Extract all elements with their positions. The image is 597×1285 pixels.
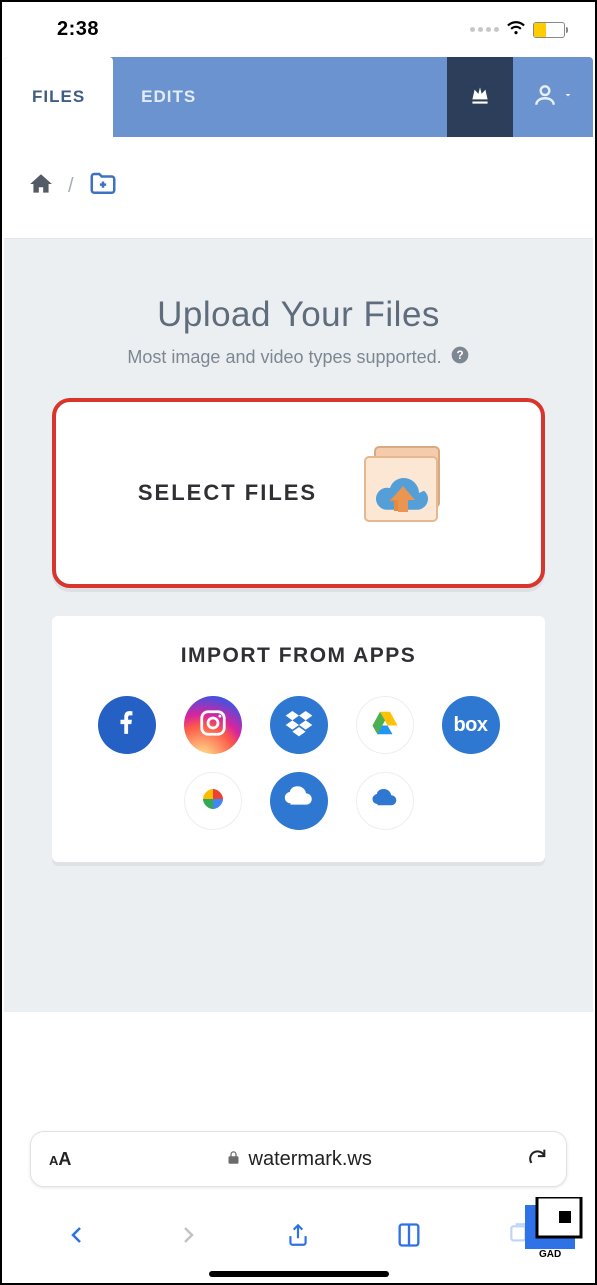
tab-edits-label: EDITS [141,87,196,107]
onedrive-icon [282,782,316,821]
dropbox-import-button[interactable] [270,696,328,754]
dropbox-icon [283,707,315,744]
upload-subtitle: Most image and video types supported. ? [52,345,545,370]
text-size-button[interactable]: AA [49,1149,71,1170]
gad-watermark-badge: GAD [513,1197,585,1263]
import-apps-row-2 [72,772,525,830]
facebook-icon [114,710,140,741]
google-drive-icon [370,708,400,743]
svg-text:GAD: GAD [539,1249,561,1260]
box-import-button[interactable]: box [442,696,500,754]
google-photos-icon [198,784,228,819]
upload-title: Upload Your Files [52,295,545,335]
lock-icon [226,1148,241,1171]
tab-files-label: FILES [32,87,85,107]
chevron-down-icon [562,88,574,106]
tab-bar: FILES EDITS [4,57,224,137]
safari-url-bar[interactable]: AA watermark.ws [30,1131,567,1187]
select-files-label: SELECT FILES [138,480,317,506]
breadcrumb: / [4,137,593,239]
onedrive-personal-icon [370,784,400,819]
import-from-apps-card: IMPORT FROM APPS [52,616,545,862]
battery-icon [533,22,565,38]
help-icon[interactable]: ? [450,345,470,370]
safari-toolbar [2,1203,595,1267]
user-icon [532,82,558,113]
import-title: IMPORT FROM APPS [72,644,525,668]
tab-files[interactable]: FILES [4,57,113,137]
main-content: Upload Your Files Most image and video t… [4,239,593,1012]
forward-button [163,1210,213,1260]
share-button[interactable] [273,1210,323,1260]
new-folder-icon[interactable] [88,169,118,204]
url-text: watermark.ws [249,1148,372,1171]
svg-text:?: ? [456,349,463,362]
upload-cloud-icon [347,441,459,546]
home-icon[interactable] [28,171,54,202]
breadcrumb-separator: / [68,175,74,198]
cellular-signal-icon [470,27,499,32]
onedrive-import-button[interactable] [270,772,328,830]
crown-icon [467,82,493,113]
home-indicator[interactable] [209,1271,389,1277]
upload-subtitle-text: Most image and video types supported. [127,347,441,368]
status-time: 2:38 [57,18,99,41]
google-drive-import-button[interactable] [356,696,414,754]
app-header: FILES EDITS [4,57,593,137]
status-bar: 2:38 [2,2,595,57]
status-indicators [470,16,565,43]
tab-edits[interactable]: EDITS [113,57,224,137]
premium-button[interactable] [447,57,513,137]
profile-menu-button[interactable] [513,57,593,137]
wifi-icon [505,16,527,43]
import-apps-row-1: box [72,696,525,754]
select-files-button[interactable]: SELECT FILES [52,398,545,588]
google-photos-import-button[interactable] [184,772,242,830]
url-display[interactable]: watermark.ws [71,1148,526,1171]
device-frame: 2:38 FILES EDITS [0,0,597,1285]
instagram-import-button[interactable] [184,696,242,754]
facebook-import-button[interactable] [98,696,156,754]
back-button[interactable] [52,1210,102,1260]
bookmarks-button[interactable] [384,1210,434,1260]
box-icon: box [453,714,487,737]
instagram-icon [198,708,228,743]
onedrive-personal-import-button[interactable] [356,772,414,830]
reload-button[interactable] [526,1146,548,1173]
